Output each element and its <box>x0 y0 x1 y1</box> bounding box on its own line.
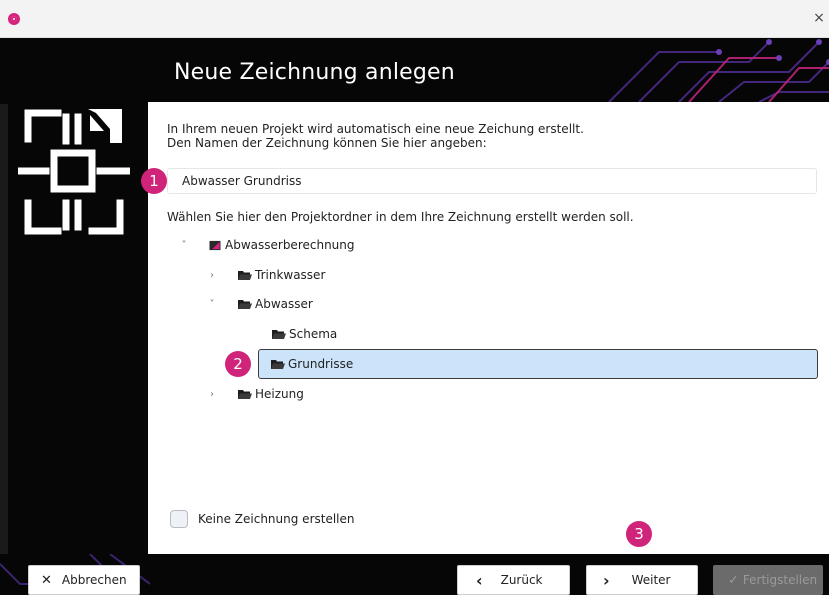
app-icon <box>8 13 20 25</box>
chevron-down-icon[interactable]: ˅ <box>178 240 190 251</box>
circuit-decoration <box>608 39 829 102</box>
cancel-button[interactable]: ✕ Abbrechen <box>28 565 140 595</box>
project-icon <box>209 240 221 250</box>
intro-line-1: In Ihrem neuen Projekt wird automatisch … <box>167 122 584 136</box>
checkmark-icon: ✓ <box>728 572 739 588</box>
tree-item-label: Heizung <box>255 387 304 401</box>
folder-icon <box>271 359 285 369</box>
next-label: Weiter <box>631 573 671 587</box>
wizard-content: In Ihrem neuen Projekt wird automatisch … <box>148 102 829 554</box>
cancel-label: Abbrechen <box>61 573 127 587</box>
chevron-down-icon[interactable]: ˅ <box>206 299 218 310</box>
folder-prompt: Wählen Sie hier den Projektordner in dem… <box>167 210 634 224</box>
left-panel <box>0 38 148 595</box>
annotation-badge-1: 1 <box>141 168 167 194</box>
chevron-right-icon[interactable]: › <box>206 389 218 400</box>
chevron-right-icon: › <box>603 570 610 590</box>
folder-icon <box>238 270 252 280</box>
drawing-name-input[interactable]: Abwasser Grundriss <box>167 168 817 194</box>
next-button[interactable]: › Weiter <box>586 565 698 595</box>
intro-text: In Ihrem neuen Projekt wird automatisch … <box>167 122 584 150</box>
tree-item-label: Abwasserberechnung <box>225 238 355 252</box>
folder-icon <box>272 329 286 339</box>
chevron-left-icon: ‹ <box>476 570 483 590</box>
side-stripe <box>0 104 8 594</box>
no-drawing-option[interactable]: Keine Zeichnung erstellen <box>170 510 355 528</box>
folder-icon <box>238 299 252 309</box>
tree-item-schema[interactable]: Schema <box>272 321 337 347</box>
tree-item-trinkwasser[interactable]: › Trinkwasser <box>206 262 325 288</box>
finish-button[interactable]: ✓ Fertigstellen <box>713 565 823 595</box>
back-label: Zurück <box>500 573 543 587</box>
tree-item-label: Schema <box>289 327 338 341</box>
finish-label: Fertigstellen <box>742 573 818 587</box>
no-drawing-label: Keine Zeichnung erstellen <box>198 512 355 526</box>
tree-item-label: Trinkwasser <box>255 268 326 282</box>
close-button[interactable]: × <box>809 8 829 28</box>
drawing-logo-icon <box>18 109 130 235</box>
annotation-badge-2: 2 <box>225 351 251 377</box>
wizard-footer: ✕ Abbrechen ‹ Zurück › Weiter ✓ Fertigst… <box>0 554 829 595</box>
wizard-header: Neue Zeichnung anlegen <box>148 38 829 102</box>
close-icon: ✕ <box>41 572 52 588</box>
page-title: Neue Zeichnung anlegen <box>174 60 455 85</box>
title-bar: × <box>0 0 829 38</box>
intro-line-2: Den Namen der Zeichnung können Sie hier … <box>167 136 487 150</box>
tree-item-label: Grundrisse <box>288 357 354 371</box>
tree-item-grundrisse[interactable]: Grundrisse <box>258 349 818 379</box>
annotation-badge-3: 3 <box>626 521 652 547</box>
tree-item-heizung[interactable]: › Heizung <box>206 381 304 407</box>
tree-item-abwasserberechnung[interactable]: ˅ Abwasserberechnung <box>178 232 355 258</box>
chevron-right-icon[interactable]: › <box>206 270 218 281</box>
no-drawing-checkbox[interactable] <box>170 510 188 528</box>
back-button[interactable]: ‹ Zurück <box>457 565 570 595</box>
tree-item-label: Abwasser <box>255 297 313 311</box>
folder-icon <box>238 389 252 399</box>
tree-item-abwasser[interactable]: ˅ Abwasser <box>206 291 313 317</box>
